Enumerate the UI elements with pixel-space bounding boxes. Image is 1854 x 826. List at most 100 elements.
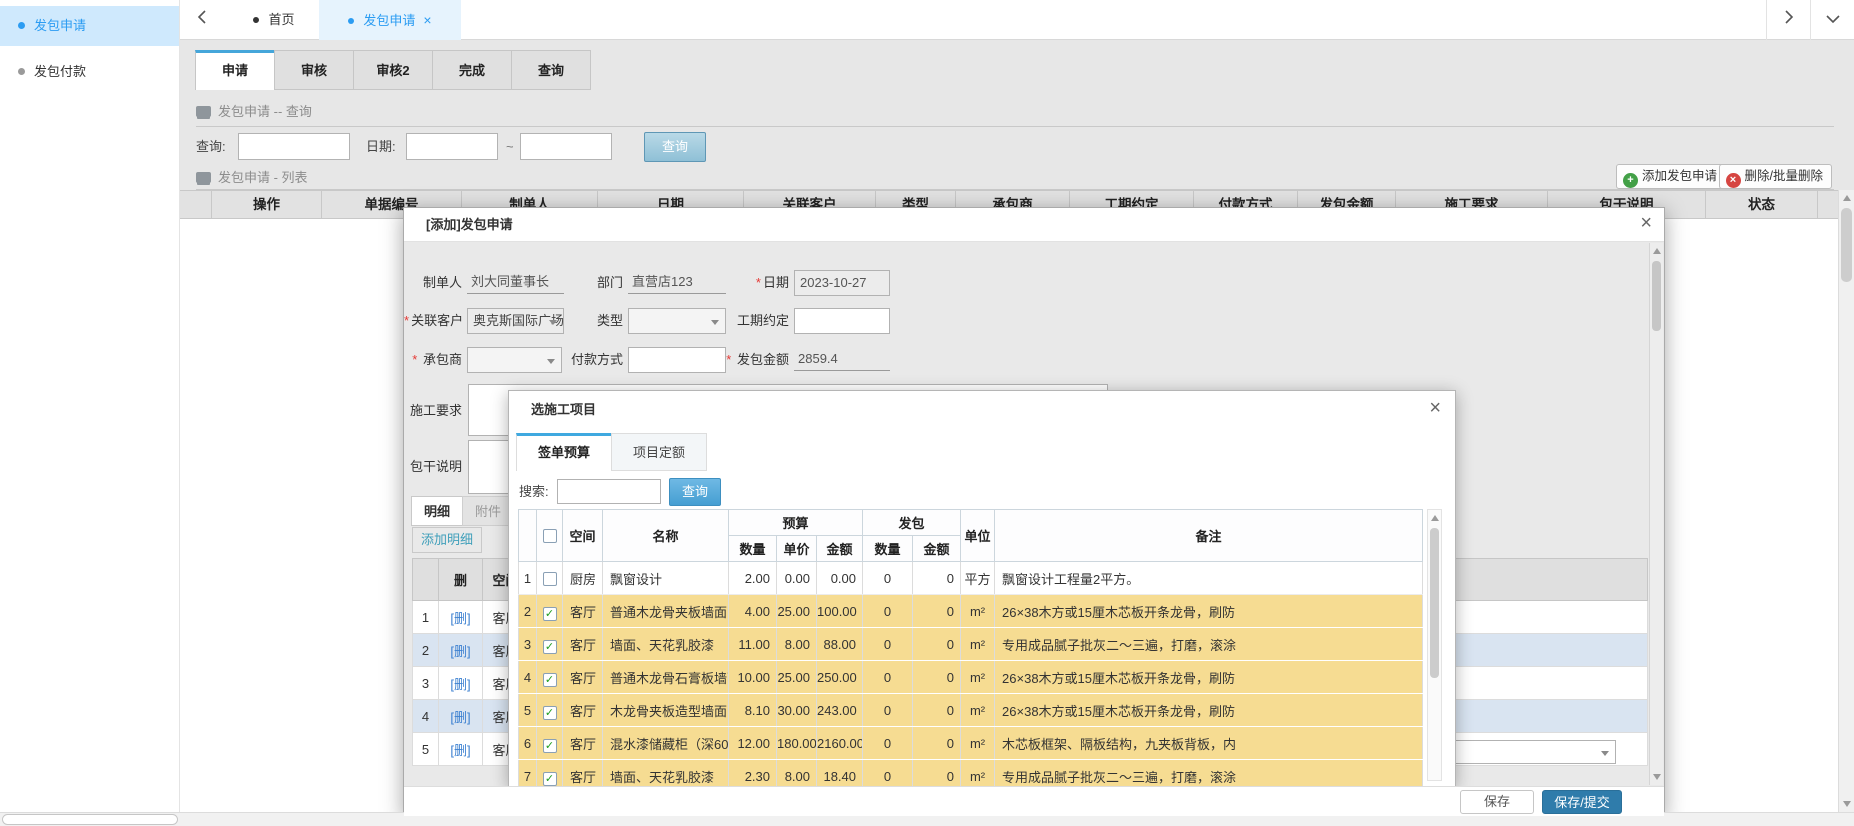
bullet-icon (18, 68, 25, 75)
subtab-申请[interactable]: 申请 (195, 50, 275, 90)
duration-input[interactable] (794, 308, 890, 334)
scroll-down-arrow[interactable] (1839, 796, 1854, 812)
tab-mingxi[interactable]: 明细 (411, 496, 463, 526)
list-section-title: 发包申请 - 列表 (196, 166, 308, 190)
date-to-input[interactable] (520, 133, 612, 160)
date-input[interactable]: 2023-10-27 (794, 270, 890, 296)
sidebar-item-fabao-shenqing[interactable]: 发包申请 (0, 6, 179, 46)
picker-name-cell: 飘窗设计 (603, 562, 729, 595)
delete-row-link[interactable]: [删] (450, 743, 470, 758)
picker-amount-cell: 100.00 (817, 595, 863, 628)
modal-vertical-scrollbar[interactable] (1649, 243, 1663, 785)
picker-header-checkbox[interactable] (537, 510, 563, 562)
select-all-checkbox[interactable] (543, 529, 557, 543)
picker-header-price: 单价 (777, 536, 817, 562)
picker-unit-cell: m² (961, 628, 995, 661)
delete-row-link[interactable]: [删] (450, 611, 470, 626)
contractor-label: * 承包商 (404, 347, 462, 373)
subtab-完成[interactable]: 完成 (432, 50, 512, 90)
picker-qty-cell: 2.00 (729, 562, 777, 595)
picker-qty-cell: 8.10 (729, 694, 777, 727)
tabs-scroll-left-button[interactable] (180, 0, 224, 40)
bullet-icon (348, 18, 354, 24)
delete-batch-button[interactable]: ×删除/批量删除 (1719, 164, 1832, 189)
row-checkbox[interactable]: ✓ (543, 673, 557, 687)
list-column-1[interactable]: 操作 (212, 191, 322, 218)
tabs-more-button[interactable] (1810, 0, 1854, 40)
monitor-icon (196, 172, 211, 183)
scroll-up-arrow[interactable] (1839, 190, 1854, 206)
tab-fujian[interactable]: 附件 (462, 496, 514, 526)
picker-out-amount-cell: 0 (913, 694, 961, 727)
picker-remark-cell: 专用成品腻子批灰二～三遍，打磨，滚涂 (995, 760, 1423, 788)
query-section-title: 发包申请 -- 查询 (196, 100, 312, 124)
triangle-down-icon (1843, 801, 1851, 807)
scroll-up-arrow[interactable] (1428, 510, 1441, 526)
search-button[interactable]: 查询 (644, 132, 706, 162)
sidebar-item-fabao-fukuan[interactable]: 发包付款 (0, 52, 179, 92)
row-checkbox[interactable]: ✓ (543, 772, 557, 786)
picker-name-cell: 墙面、天花乳胶漆 (603, 760, 729, 788)
picker-header-outsource-group: 发包 (863, 510, 961, 536)
subtab-审核2[interactable]: 审核2 (353, 50, 433, 90)
date-from-input[interactable] (406, 133, 498, 160)
subtab-查询[interactable]: 查询 (511, 50, 591, 90)
scroll-up-arrow[interactable] (1650, 243, 1663, 259)
picker-price-cell: 30.00 (777, 694, 817, 727)
tab-xiangmu-dinge[interactable]: 项目定额 (611, 433, 707, 471)
tab-fabao-shenqing[interactable]: 发包申请× (319, 0, 461, 40)
add-request-button[interactable]: +添加发包申请 (1616, 164, 1726, 189)
close-icon[interactable]: × (1640, 212, 1652, 235)
picker-price-cell: 8.00 (777, 628, 817, 661)
date-label: *日期 (684, 270, 789, 296)
picker-out-amount-cell: 0 (913, 661, 961, 694)
picker-search-button[interactable]: 查询 (669, 478, 721, 506)
save-submit-button[interactable]: 保存/提交 (1542, 790, 1622, 814)
picker-search-input[interactable] (557, 479, 661, 504)
chevron-left-icon (197, 10, 207, 24)
row-checkbox[interactable]: ✓ (543, 739, 557, 753)
detail-header-blank (413, 559, 439, 601)
delete-row-link[interactable]: [删] (450, 710, 470, 725)
keyword-input[interactable] (238, 133, 350, 160)
tab-close-icon[interactable]: × (423, 12, 431, 28)
picker-header-group-row: 空间 名称 预算 发包 单位 备注 (519, 510, 1423, 536)
row-checkbox[interactable] (543, 572, 557, 586)
delete-row-link[interactable]: [删] (450, 677, 470, 692)
scrollbar-thumb[interactable] (1841, 208, 1852, 282)
picker-search-label: 搜索: (519, 479, 549, 505)
content-vertical-scrollbar[interactable] (1838, 190, 1854, 812)
scrollbar-thumb[interactable] (2, 814, 178, 825)
triangle-up-icon (1843, 195, 1851, 201)
picker-row: 5✓客厅木龙骨夹板造型墙面8.1030.00243.0000m²26×38木方或… (519, 694, 1423, 727)
picker-out-amount-cell: 0 (913, 760, 961, 788)
amount-label: * 发包金额 (684, 347, 789, 373)
close-icon[interactable]: × (1429, 397, 1441, 420)
scrollbar-thumb[interactable] (1430, 528, 1439, 678)
picker-row-no: 4 (519, 661, 537, 694)
scrollbar-thumb[interactable] (1652, 261, 1661, 331)
scroll-down-arrow[interactable] (1650, 769, 1663, 785)
row-checkbox[interactable]: ✓ (543, 607, 557, 621)
save-button[interactable]: 保存 (1460, 790, 1534, 814)
picker-remark-cell: 26×38木方或15厘木芯板开条龙骨，刷防 (995, 595, 1423, 628)
row-checkbox[interactable]: ✓ (543, 706, 557, 720)
add-detail-link[interactable]: 添加明细 (412, 527, 482, 553)
tabs-scroll-right-button[interactable] (1766, 0, 1810, 40)
subtab-审核[interactable]: 审核 (274, 50, 354, 90)
detail-inline-select[interactable] (1442, 740, 1616, 764)
picker-header-name: 名称 (603, 510, 729, 562)
row-checkbox[interactable]: ✓ (543, 640, 557, 654)
picker-space-cell: 客厅 (563, 595, 603, 628)
picker-vertical-scrollbar[interactable] (1427, 509, 1442, 781)
picker-row-no: 7 (519, 760, 537, 788)
requirement-label: 施工要求 (404, 398, 462, 424)
delete-row-link[interactable]: [删] (450, 644, 470, 659)
list-column-13[interactable]: 状态 (1706, 191, 1818, 218)
chevron-right-icon (1784, 10, 1794, 24)
tab-qiandan-yusuan[interactable]: 签单预算 (516, 433, 612, 471)
picker-header-out-qty: 数量 (863, 536, 913, 562)
tab-home[interactable]: 首页 (230, 0, 318, 40)
chevron-down-icon (1826, 14, 1840, 24)
x-circle-icon: × (1726, 173, 1741, 188)
